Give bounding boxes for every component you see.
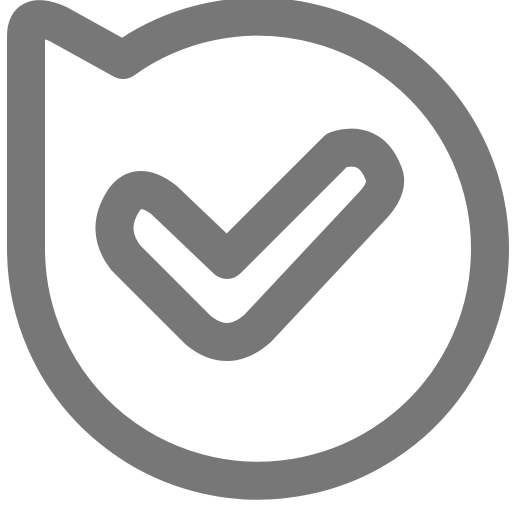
check-badge-icon xyxy=(6,0,509,500)
icon-canvas xyxy=(0,0,512,512)
checkmark xyxy=(95,128,405,361)
